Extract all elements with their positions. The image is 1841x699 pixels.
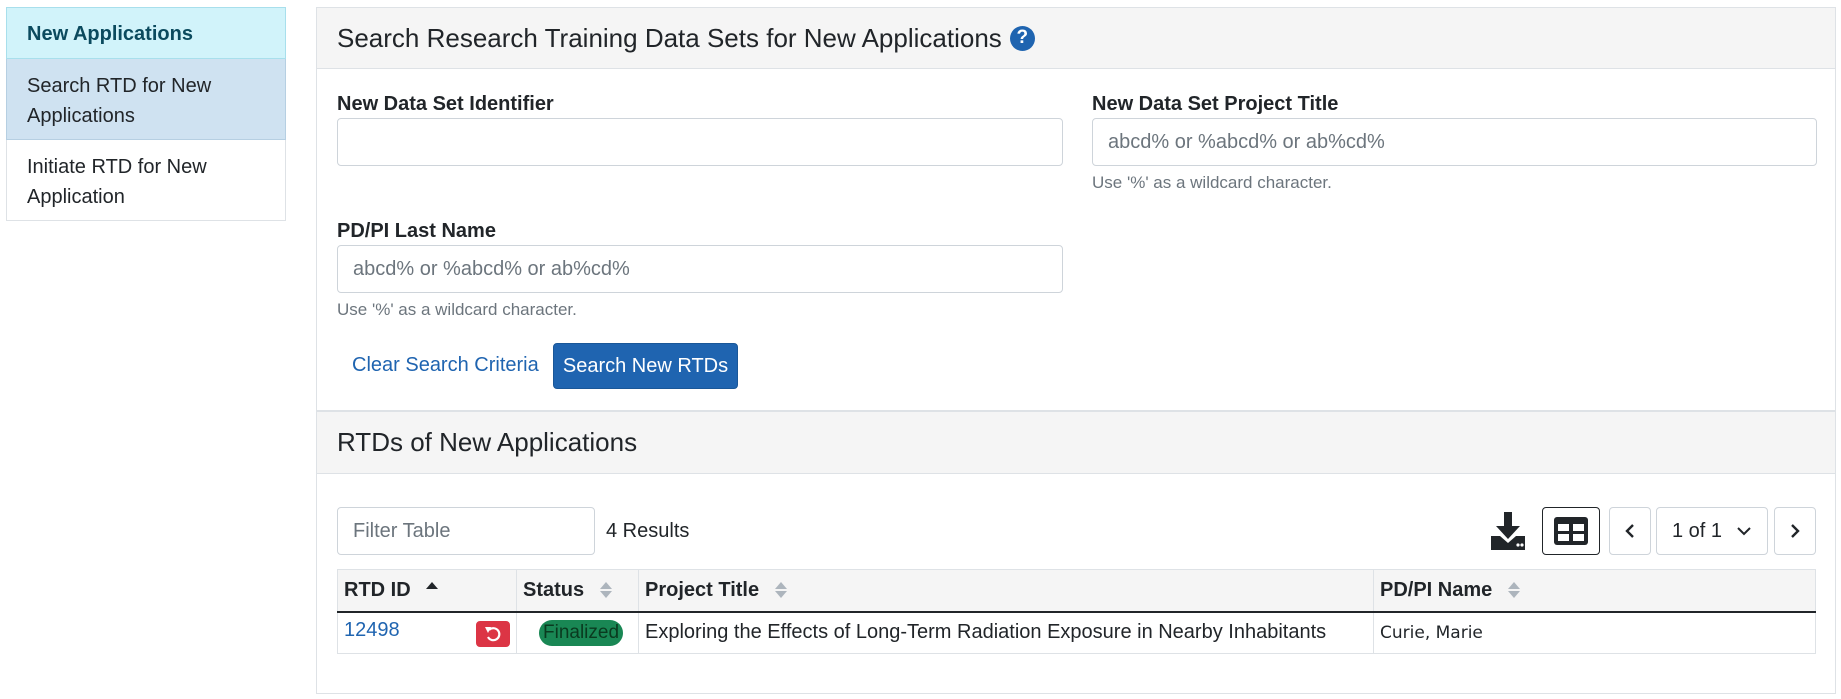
result-count: 4 Results	[606, 520, 690, 542]
results-panel-header: RTDs of New Applications	[317, 412, 1835, 474]
chevron-left-icon	[1625, 524, 1634, 538]
search-panel-header: Search Research Training Data Sets for N…	[317, 8, 1835, 69]
column-header-status[interactable]: Status	[516, 569, 639, 613]
identifier-label: New Data Set Identifier	[337, 93, 554, 115]
sidebar-item-initiate-rtd[interactable]: Initiate RTD for New Application	[6, 140, 286, 221]
project-title-input[interactable]	[1092, 118, 1817, 166]
chevron-right-icon	[1791, 524, 1800, 538]
results-panel-title: RTDs of New Applications	[337, 427, 638, 457]
column-header-project-title[interactable]: Project Title	[638, 569, 1374, 613]
sidebar-heading: New Applications	[6, 7, 286, 59]
undo-button[interactable]	[476, 620, 510, 647]
identifier-input[interactable]	[337, 118, 1063, 166]
results-table: RTD ID Status Project Title PD/PI Name 1…	[337, 569, 1816, 654]
project-title-help: Use '%' as a wildcard character.	[1092, 173, 1332, 192]
cell-project-title: Exploring the Effects of Long-Term Radia…	[638, 611, 1374, 654]
sort-ascending-icon	[426, 581, 439, 599]
status-badge: Finalized	[539, 619, 624, 646]
column-header-rtd-id[interactable]: RTD ID	[337, 569, 517, 613]
sort-icon	[774, 581, 787, 599]
cell-status: Finalized	[516, 611, 639, 654]
clear-search-button[interactable]: Clear Search Criteria	[336, 342, 555, 388]
filter-table-input[interactable]	[337, 507, 595, 555]
undo-icon	[485, 626, 501, 642]
rtd-id-link[interactable]: 12498	[344, 619, 400, 641]
search-rtds-button[interactable]: Search New RTDs	[553, 343, 738, 389]
pi-last-name-help: Use '%' as a wildcard character.	[337, 300, 577, 319]
table-grid-icon	[1554, 517, 1588, 545]
download-icon[interactable]	[1488, 510, 1528, 552]
sort-icon	[1507, 581, 1520, 599]
sort-icon	[599, 581, 612, 599]
chevron-down-icon	[1737, 527, 1751, 536]
page-select[interactable]: 1 of 1	[1656, 507, 1768, 555]
table-view-button[interactable]	[1542, 507, 1600, 555]
sidebar-item-search-rtd[interactable]: Search RTD for New Applications	[6, 59, 286, 140]
sidebar: New Applications Search RTD for New Appl…	[6, 7, 286, 221]
previous-page-button[interactable]	[1609, 507, 1651, 555]
next-page-button[interactable]	[1774, 507, 1816, 555]
column-header-pi-name[interactable]: PD/PI Name	[1373, 569, 1816, 613]
table-row: 12498 Finalized Exploring the Effects of…	[337, 611, 1816, 654]
search-panel-title: Search Research Training Data Sets for N…	[337, 22, 1002, 53]
cell-pi-name: Curie, Marie	[1373, 611, 1816, 654]
page-indicator: 1 of 1	[1672, 519, 1723, 542]
pi-last-name-label: PD/PI Last Name	[337, 220, 496, 242]
pi-last-name-input[interactable]	[337, 245, 1063, 293]
project-title-label: New Data Set Project Title	[1092, 93, 1339, 115]
cell-rtd-id: 12498	[337, 611, 517, 654]
table-header-row: RTD ID Status Project Title PD/PI Name	[337, 569, 1816, 613]
question-circle-icon[interactable]: ?	[1009, 25, 1035, 51]
